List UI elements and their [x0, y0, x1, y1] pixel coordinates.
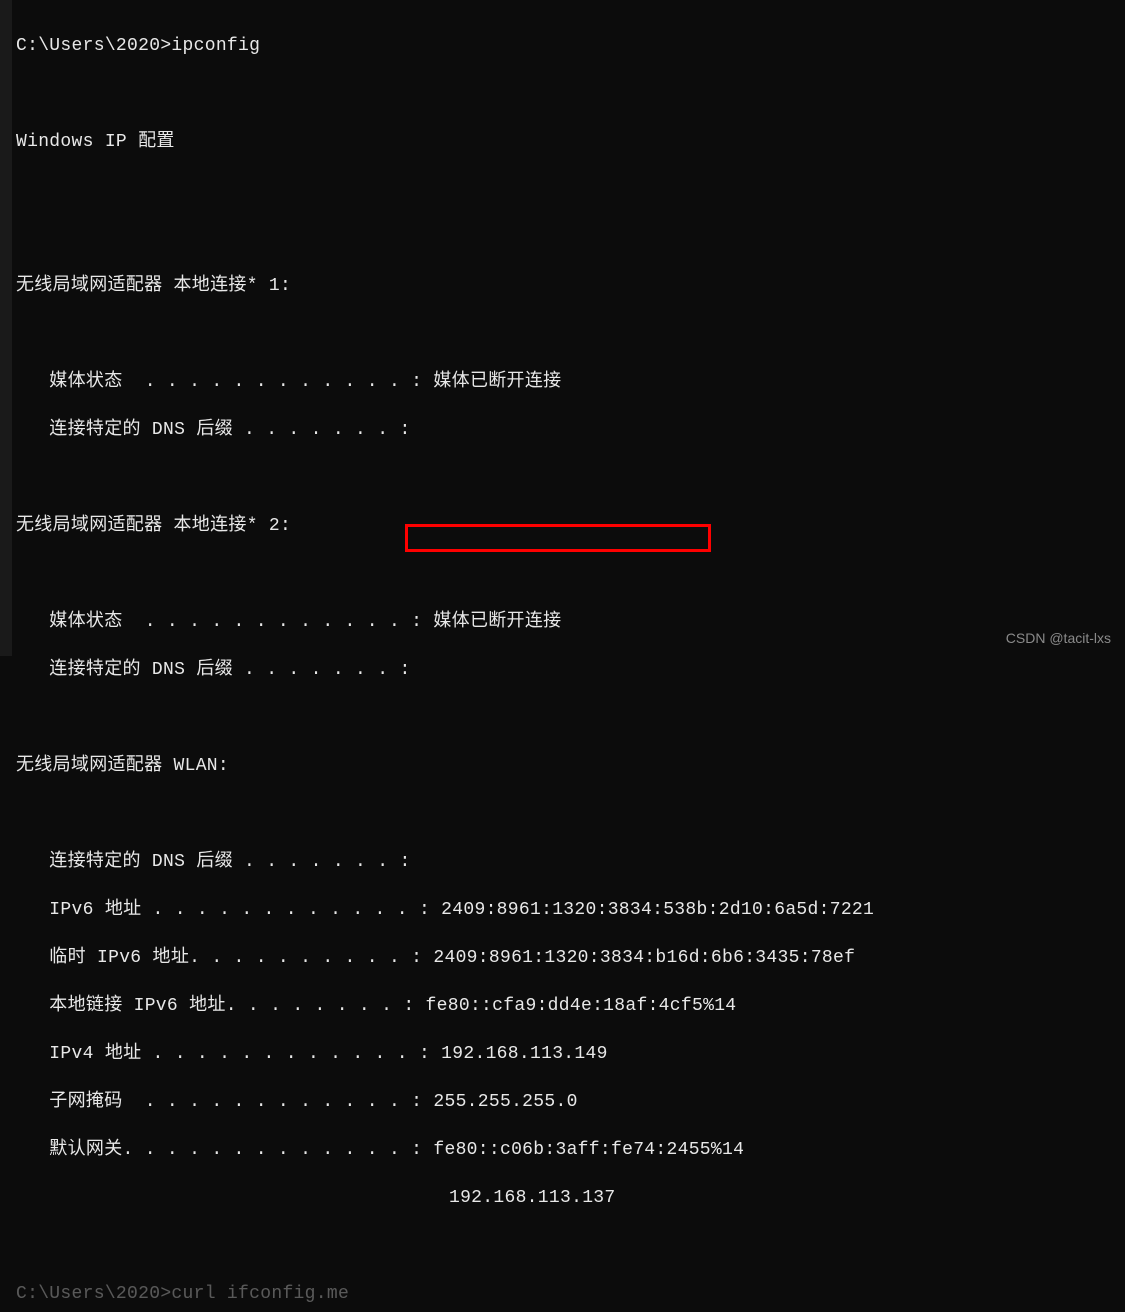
blank-line [12, 466, 1125, 490]
value: 媒体已断开连接 [433, 612, 561, 632]
wlan-subnet: 子网掩码 . . . . . . . . . . . . : 255.255.2… [12, 1090, 1125, 1114]
value: fe80::c06b:3aff:fe74:2455%14 [433, 1140, 744, 1160]
blank-line [12, 82, 1125, 106]
blank-line [12, 802, 1125, 826]
adapter2-media-state: 媒体状态 . . . . . . . . . . . . : 媒体已断开连接 [12, 610, 1125, 634]
wlan-ipv4: IPv4 地址 . . . . . . . . . . . . : 192.16… [12, 1042, 1125, 1066]
blank-line [12, 562, 1125, 586]
adapter2-title: 无线局域网适配器 本地连接* 2: [12, 514, 1125, 538]
watermark: CSDN @tacit-lxs [1006, 626, 1111, 650]
value: fe80::cfa9:dd4e:18af:4cf5%14 [426, 996, 737, 1016]
wlan-adapter-title: 无线局域网适配器 WLAN: [12, 754, 1125, 778]
label: 子网掩码 . . . . . . . . . . . . : [16, 1092, 433, 1112]
blank-line [12, 706, 1125, 730]
adapter2-dns-suffix: 连接特定的 DNS 后缀 . . . . . . . : [12, 658, 1125, 682]
value: 192.168.113.149 [441, 1044, 608, 1064]
label: IPv6 地址 . . . . . . . . . . . . : [16, 900, 441, 920]
blank-line [12, 1234, 1125, 1258]
terminal-window[interactable]: C:\Users\2020>ipconfig Windows IP 配置 无线局… [0, 0, 1125, 656]
command-prompt-line: C:\Users\2020>ipconfig [12, 34, 1125, 58]
label: 媒体状态 . . . . . . . . . . . . : [16, 612, 433, 632]
bottom-fade [12, 636, 1125, 656]
wlan-gateway-cont: 192.168.113.137 [12, 1186, 1125, 1210]
adapter1-title: 无线局域网适配器 本地连接* 1: [12, 274, 1125, 298]
value: 255.255.255.0 [433, 1092, 577, 1112]
blank-line [12, 322, 1125, 346]
adapter1-dns-suffix: 连接特定的 DNS 后缀 . . . . . . . : [12, 418, 1125, 442]
wlan-link-local: 本地链接 IPv6 地址. . . . . . . . : fe80::cfa9… [12, 994, 1125, 1018]
label: 媒体状态 . . . . . . . . . . . . : [16, 372, 433, 392]
adapter1-media-state: 媒体状态 . . . . . . . . . . . . : 媒体已断开连接 [12, 370, 1125, 394]
label: IPv4 地址 . . . . . . . . . . . . : [16, 1044, 441, 1064]
command-prompt-line-partial: C:\Users\2020>curl ifconfig.me [12, 1282, 1125, 1306]
ipconfig-header: Windows IP 配置 [12, 130, 1125, 154]
value: 2409:8961:1320:3834:b16d:6b6:3435:78ef [433, 948, 855, 968]
wlan-temp-ipv6: 临时 IPv6 地址. . . . . . . . . . : 2409:896… [12, 946, 1125, 970]
wlan-gateway: 默认网关. . . . . . . . . . . . . : fe80::c0… [12, 1138, 1125, 1162]
label: 临时 IPv6 地址. . . . . . . . . . : [16, 948, 433, 968]
wlan-ipv6: IPv6 地址 . . . . . . . . . . . . : 2409:8… [12, 898, 1125, 922]
label [16, 1188, 449, 1208]
label: 默认网关. . . . . . . . . . . . . : [16, 1140, 433, 1160]
wlan-dns-suffix: 连接特定的 DNS 后缀 . . . . . . . : [12, 850, 1125, 874]
blank-line [12, 178, 1125, 202]
label: 本地链接 IPv6 地址. . . . . . . . : [16, 996, 426, 1016]
value: 媒体已断开连接 [433, 372, 561, 392]
value: 2409:8961:1320:3834:538b:2d10:6a5d:7221 [441, 900, 874, 920]
blank-line [12, 226, 1125, 250]
value: 192.168.113.137 [449, 1188, 616, 1208]
